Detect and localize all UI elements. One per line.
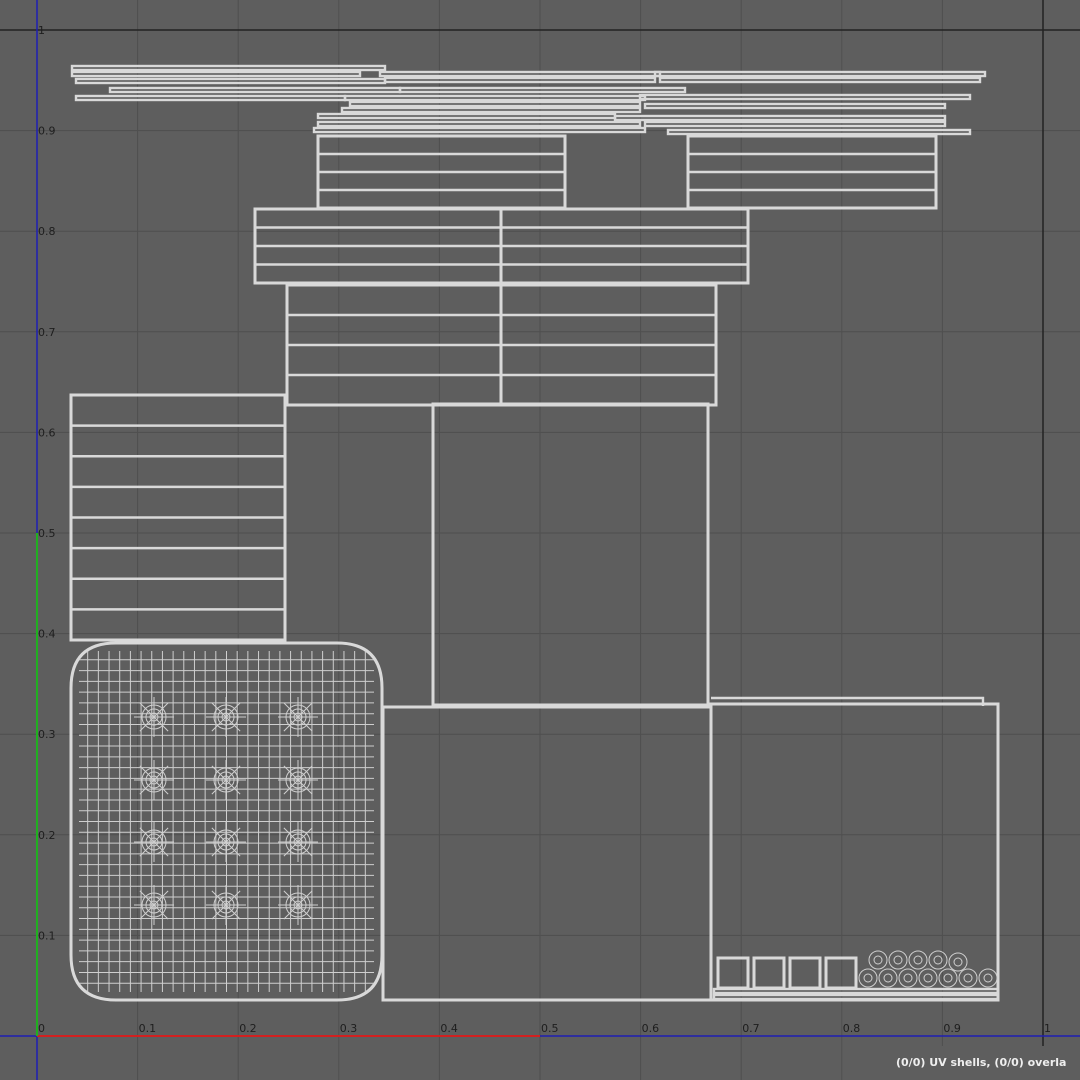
uv-shell-round-inner [873,955,883,965]
uv-shell-thin-strip[interactable] [316,120,642,128]
uv-shell-thin-strip[interactable] [340,106,642,114]
uv-shell-thin-strip[interactable] [712,987,1000,995]
v-tick-label: 0.6 [38,426,56,439]
uv-shell-round-inner [983,973,993,983]
uv-shell-thin-strip[interactable] [658,76,982,84]
u-tick-label: 0.9 [943,1022,961,1035]
uv-shell-small-square[interactable] [788,956,822,990]
uv-shell-round [868,950,888,970]
v-tick-label: 0.9 [38,125,56,138]
uv-shell-round-inner [903,973,913,983]
uv-shell-round-inner [923,973,933,983]
uv-shell-thin-strip[interactable] [316,112,617,120]
v-tick-label: 0.3 [38,728,56,741]
v-tick-label: 0.2 [38,829,56,842]
u-tick-label: 0.2 [239,1022,257,1035]
uv-shell-thin-strip[interactable] [312,126,647,134]
uv-shell-thin-strip[interactable] [378,70,662,78]
uv-shell-round-inner [893,955,903,965]
uv-shell-thin-strip[interactable] [613,114,947,122]
uv-shell-thin-strip[interactable] [398,86,687,94]
uv-shell-thin-strip[interactable] [643,102,947,110]
uv-shell-round-inner [883,973,893,983]
v-tick-label: 0.7 [38,326,56,339]
uv-shell-round [938,968,958,988]
uv-shell-round [948,952,968,972]
uv-shell-round [888,950,908,970]
u-tick-label: 0.5 [541,1022,559,1035]
uv-shell-round-inner [963,973,973,983]
uv-canvas[interactable]: 0 0.1 0.2 0.3 0.4 0.5 0.6 0.7 0.8 0.9 1 0.1 0.2 0.3 0.… [0,0,1080,1080]
u-tick-label: 0.3 [340,1022,358,1035]
u-tick-label: 0.7 [742,1022,760,1035]
uv-shell-round [878,968,898,988]
uv-shell-thin-strip[interactable] [70,64,387,72]
uv-shell-thin-strip[interactable] [666,128,972,136]
uv-shell-round-inner [933,955,943,965]
uv-shell-thin-strip[interactable] [653,70,987,78]
uv-shell-upper-block[interactable] [431,402,710,707]
uv-shell-cushion[interactable] [69,641,384,1002]
uv-shell-round [978,968,998,988]
u-tick-label: 1 [1044,1022,1051,1035]
v-tick-label: 0.1 [38,929,56,942]
v-tick-label: 0.5 [38,527,56,540]
u-tick-label: 0.4 [440,1022,458,1035]
uv-shell-round [918,968,938,988]
u-tick-label: 0.8 [843,1022,861,1035]
uv-shell-thin-strip[interactable] [643,120,947,128]
uv-shell-thin-strip[interactable] [638,93,972,101]
uv-shell-small-square[interactable] [752,956,786,990]
uv-shell-right-block[interactable] [709,702,1000,1002]
uv-shell-round-inner [953,957,963,967]
uv-shell-thin-strip[interactable] [383,76,657,84]
uv-shell-lower-block[interactable] [381,705,713,1002]
uv-shell-thin-strip[interactable] [712,993,1000,1001]
uv-shell-small-square[interactable] [824,956,858,990]
uv-shell-round [928,950,948,970]
uv-shell-round-inner [943,973,953,983]
uv-shell-small-square[interactable] [716,956,750,990]
uv-status-readout: (0/0) UV shells, (0/0) overla [896,1046,1080,1080]
u-tick-label: 0.6 [642,1022,660,1035]
uv-shell-round-inner [863,973,873,983]
uv-shell-round [958,968,978,988]
uv-shell-round [908,950,928,970]
v-tick-label: 0.8 [38,225,56,238]
v-tick-label: 1 [38,24,45,37]
u-tick-label: 0 [38,1022,45,1035]
uv-shell-thin-strip[interactable] [108,86,402,94]
uv-shell-round [858,968,878,988]
uv-tick-labels: 0 0.1 0.2 0.3 0.4 0.5 0.6 0.7 0.8 0.9 1 0.1 0.2 0.3 0.… [38,24,1051,1035]
uv-shell-thin-strip[interactable] [74,94,347,102]
uv-shell-round-cluster[interactable] [858,950,998,988]
uv-editor-viewport[interactable]: 0 0.1 0.2 0.3 0.4 0.5 0.6 0.7 0.8 0.9 1 0.1 0.2 0.3 0.… [0,0,1080,1080]
uv-shell-round [898,968,918,988]
u-tick-label: 0.1 [139,1022,157,1035]
uv-shell-round-inner [913,955,923,965]
uv-shell-thin-strip[interactable] [343,94,647,102]
uv-shell-thin-strip[interactable] [348,100,642,108]
v-tick-label: 0.4 [38,628,56,641]
uv-shell-thin-strip[interactable] [70,70,362,78]
